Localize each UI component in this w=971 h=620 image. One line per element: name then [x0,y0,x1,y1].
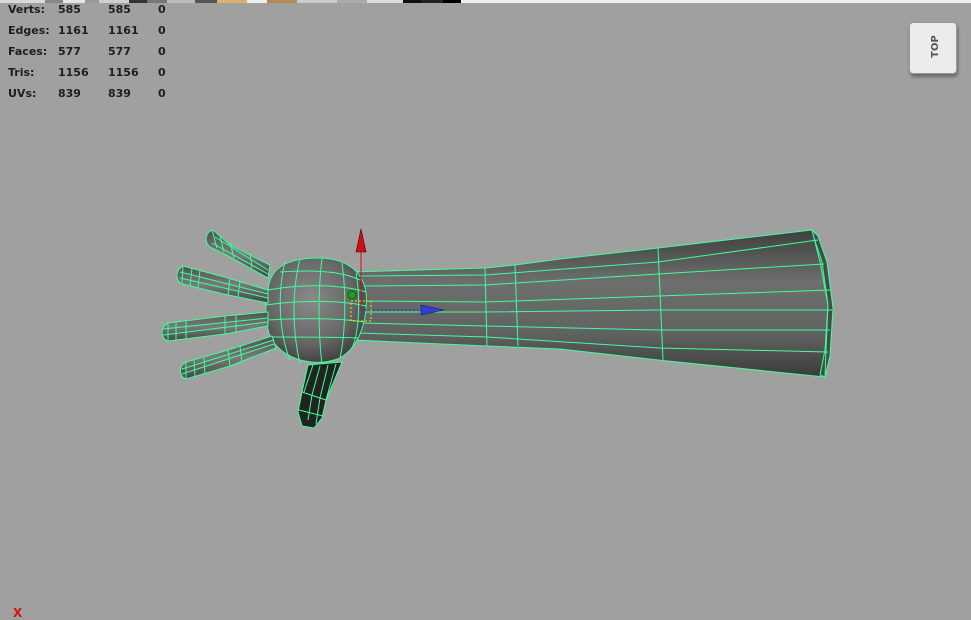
finger-ring[interactable] [161,311,269,342]
finger-pinky[interactable] [179,335,277,380]
hud-value: 1156 [58,66,89,79]
hud-label: Tris: [8,66,35,79]
hud-value: 0 [158,87,166,100]
hud-value: 0 [158,3,166,16]
axis-x-label: X [13,606,23,620]
viewcube-top-icon[interactable]: TOP [909,22,957,78]
thumb[interactable] [297,361,343,429]
hud-value: 839 [108,87,131,100]
hud-value: 585 [58,3,81,16]
finger-middle[interactable] [176,265,269,304]
forearm[interactable] [351,228,834,378]
hud-label: UVs: [8,87,37,100]
hud-value: 0 [158,45,166,58]
hud-value: 1161 [108,24,139,37]
hud-value: 1161 [58,24,89,37]
hud-label: Faces: [8,45,48,58]
hud-value: 0 [158,66,166,79]
hud-value: 1156 [108,66,139,79]
hand-arm-mesh[interactable] [0,0,971,619]
hud-value: 585 [108,3,131,16]
hud-value: 0 [158,24,166,37]
hud-value: 577 [108,45,131,58]
hud-label: Verts: [8,3,46,16]
hud-label: Edges: [8,24,50,37]
pivot-center-handle[interactable] [347,290,357,300]
hud-value: 839 [58,87,81,100]
finger-index[interactable] [205,229,271,279]
viewport-top[interactable]: Verts: 585 585 0 Edges: 1161 1161 0 Face… [0,0,971,620]
fingers[interactable] [161,229,277,380]
hud-value: 577 [58,45,81,58]
y-axis-arrow[interactable] [355,228,367,253]
viewcube-label: TOP [929,35,941,58]
viewcube-face[interactable]: TOP [909,22,957,74]
